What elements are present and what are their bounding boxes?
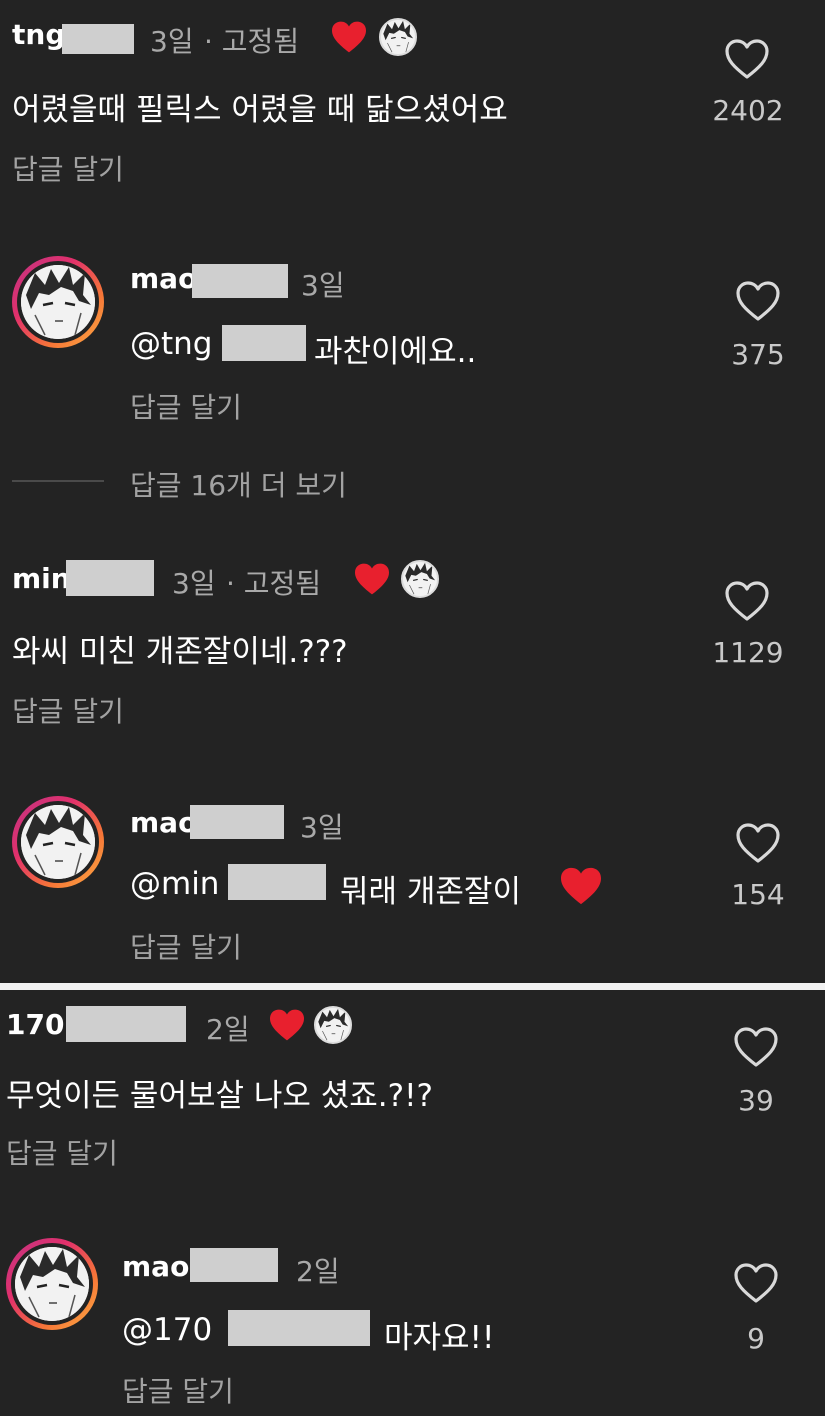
heart-outline-icon[interactable] (735, 280, 781, 322)
mention-redaction (228, 864, 326, 900)
reply-button[interactable]: 답글 달기 (130, 926, 242, 966)
heart-outline-icon[interactable] (733, 1026, 779, 1068)
creator-avatar-icon (401, 560, 439, 598)
creator-avatar-icon[interactable] (12, 796, 104, 888)
username-redaction (192, 264, 288, 298)
creator-avatar-icon (379, 18, 417, 56)
like-count: 154 (731, 878, 785, 911)
heart-outline-icon[interactable] (733, 1262, 779, 1304)
reply-button[interactable]: 답글 달기 (122, 1370, 234, 1410)
comment-text: 어렸을때 필릭스 어렸을 때 닮으셨어요 (12, 92, 508, 128)
like-count: 39 (738, 1084, 774, 1117)
like-count: 1129 (712, 636, 784, 669)
comment-text: 와씨 미친 개존잘이네.??? (12, 634, 348, 670)
comment-text: 무엇이든 물어보살 나오 셨죠.?!? (6, 1078, 433, 1114)
comment-time: 3일 (150, 25, 194, 58)
reply-username[interactable]: mao (122, 1250, 189, 1283)
reply-mention[interactable]: @170 (122, 1312, 212, 1348)
reply-username[interactable]: mao (130, 806, 197, 839)
reply-button[interactable]: 답글 달기 (12, 148, 124, 188)
reply-time: 3일 (300, 811, 344, 844)
creator-avatar-icon[interactable] (12, 256, 104, 348)
pinned-label: · 고정됨 (226, 567, 322, 600)
red-heart-emoji (558, 866, 604, 906)
comment-time: 3일 (172, 567, 216, 600)
pinned-label: · 고정됨 (204, 25, 300, 58)
view-more-replies-button[interactable]: 답글 16개 더 보기 (130, 464, 347, 504)
like-count: 375 (731, 338, 785, 371)
reply-mention[interactable]: @tng (130, 326, 212, 362)
username-redaction (62, 24, 134, 54)
reply-text: 뭐래 개존잘이 (340, 874, 521, 910)
like-count: 9 (747, 1322, 765, 1355)
red-heart-icon (353, 562, 391, 596)
reply-button[interactable]: 답글 달기 (130, 386, 242, 426)
comments-panel-1: tng 3일 · 고정됨 어렸을때 필릭스 어렸을 때 닮으셨어요 답글 달기 … (0, 0, 825, 983)
creator-avatar-icon[interactable] (6, 1238, 98, 1330)
reply-mention[interactable]: @min (130, 866, 219, 902)
mention-redaction (222, 325, 306, 361)
more-replies-line (12, 480, 104, 482)
comments-panel-2: 170 2일 무엇이든 물어보살 나오 셨죠.?!? 답글 달기 39 mao … (0, 990, 825, 1416)
comment-username[interactable]: tng (12, 18, 65, 51)
reply-button[interactable]: 답글 달기 (12, 690, 124, 730)
reply-button[interactable]: 답글 달기 (6, 1132, 118, 1172)
username-redaction (66, 560, 154, 596)
reply-time: 2일 (296, 1255, 340, 1288)
heart-outline-icon[interactable] (724, 38, 770, 80)
like-count: 2402 (712, 94, 784, 127)
reply-text: 과찬이에요.. (314, 334, 477, 370)
mention-redaction (228, 1310, 370, 1346)
heart-outline-icon[interactable] (735, 822, 781, 864)
username-redaction (190, 805, 284, 839)
username-redaction (190, 1248, 278, 1282)
username-redaction (66, 1006, 186, 1042)
red-heart-icon (330, 20, 368, 54)
screenshot-divider (0, 983, 825, 990)
reply-username[interactable]: mao (130, 262, 197, 295)
comment-username[interactable]: min (12, 562, 71, 595)
reply-text: 마자요!! (384, 1320, 495, 1356)
comment-time: 2일 (206, 1013, 250, 1046)
reply-time: 3일 (301, 269, 345, 302)
comment-username[interactable]: 170 (6, 1008, 64, 1041)
heart-outline-icon[interactable] (724, 580, 770, 622)
creator-avatar-icon (314, 1006, 352, 1044)
red-heart-icon (268, 1008, 306, 1042)
